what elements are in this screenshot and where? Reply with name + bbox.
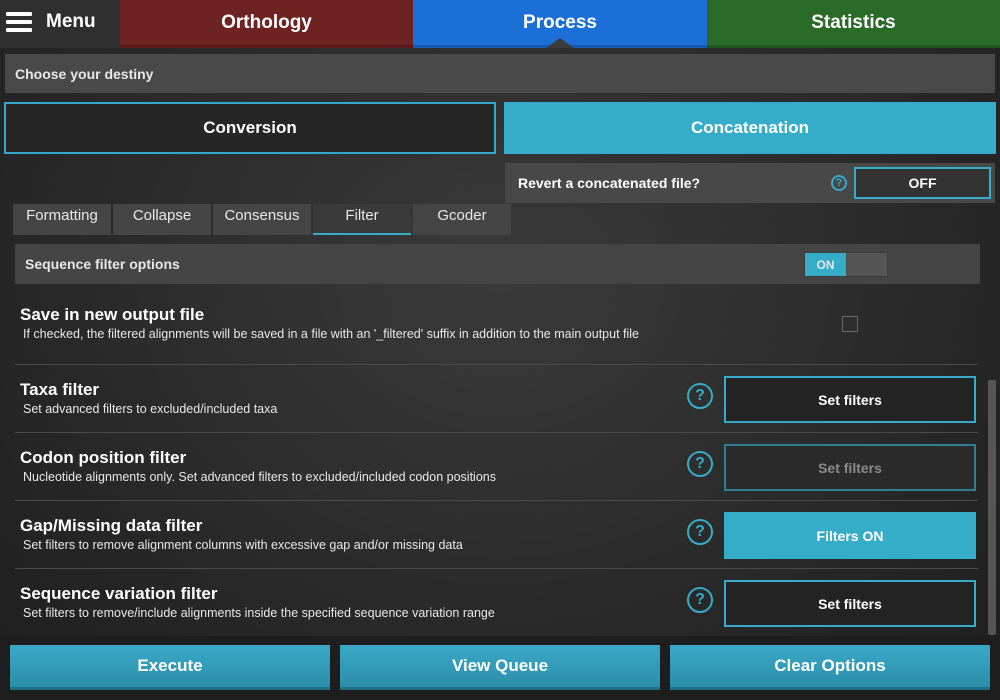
destiny-header: Choose your destiny (5, 54, 995, 93)
subtab-formatting[interactable]: Formatting (13, 204, 111, 235)
variation-filter-desc: Set filters to remove/include alignments… (23, 606, 495, 620)
taxa-filter-help-icon[interactable]: ? (687, 383, 713, 409)
sequence-filter-toggle[interactable]: ON (804, 252, 888, 277)
help-icon[interactable]: ? (831, 175, 847, 191)
gap-filter-desc: Set filters to remove alignment columns … (23, 538, 463, 552)
subtab-consensus[interactable]: Consensus (213, 204, 311, 235)
save-output-desc: If checked, the filtered alignments will… (23, 327, 639, 341)
taxa-filter-title: Taxa filter (20, 380, 100, 399)
clear-options-button[interactable]: Clear Options (670, 645, 990, 690)
bottom-action-bar: Execute View Queue Clear Options (0, 636, 1000, 700)
top-navigation: Menu Orthology Process Statistics (0, 0, 1000, 48)
subtab-filter[interactable]: Filter (313, 204, 411, 235)
variation-filter-row: Sequence variation filter Set filters to… (15, 569, 978, 635)
scrollbar[interactable] (988, 380, 996, 635)
tab-statistics[interactable]: Statistics (707, 0, 1000, 48)
view-queue-button[interactable]: View Queue (340, 645, 660, 690)
hamburger-icon (6, 12, 32, 32)
variation-filter-title: Sequence variation filter (20, 584, 218, 603)
codon-filter-help-icon[interactable]: ? (687, 451, 713, 477)
tab-process[interactable]: Process (413, 0, 707, 48)
tab-orthology[interactable]: Orthology (120, 0, 413, 48)
execute-button[interactable]: Execute (10, 645, 330, 690)
codon-filter-button[interactable]: Set filters (724, 444, 976, 491)
codon-filter-title: Codon position filter (20, 448, 187, 467)
gap-filter-row: Gap/Missing data filter Set filters to r… (15, 501, 978, 569)
variation-filter-button[interactable]: Set filters (724, 580, 976, 627)
revert-toggle-button[interactable]: OFF (854, 167, 991, 199)
taxa-filter-button[interactable]: Set filters (724, 376, 976, 423)
variation-filter-help-icon[interactable]: ? (687, 587, 713, 613)
taxa-filter-row: Taxa filter Set advanced filters to excl… (15, 365, 978, 433)
codon-filter-desc: Nucleotide alignments only. Set advanced… (23, 470, 496, 484)
menu-label: Menu (46, 11, 96, 32)
codon-filter-row: Codon position filter Nucleotide alignme… (15, 433, 978, 501)
concatenation-button[interactable]: Concatenation (504, 102, 996, 154)
gap-filter-title: Gap/Missing data filter (20, 516, 203, 535)
conversion-button[interactable]: Conversion (4, 102, 496, 154)
menu-button[interactable]: Menu (0, 0, 120, 48)
save-output-checkbox[interactable] (842, 316, 858, 332)
toggle-knob (847, 253, 887, 276)
save-output-title: Save in new output file (20, 305, 205, 324)
revert-concatenated-row: Revert a concatenated file? ? OFF (505, 163, 995, 203)
gap-filter-button[interactable]: Filters ON (724, 512, 976, 559)
gap-filter-help-icon[interactable]: ? (687, 519, 713, 545)
revert-label: Revert a concatenated file? (518, 175, 701, 191)
toggle-on-label: ON (805, 253, 846, 276)
subtab-collapse[interactable]: Collapse (113, 204, 211, 235)
taxa-filter-desc: Set advanced filters to excluded/include… (23, 402, 278, 416)
sequence-filter-options-header: Sequence filter options ON (15, 244, 980, 284)
save-output-row: Save in new output file If checked, the … (15, 284, 978, 365)
sequence-filter-label: Sequence filter options (25, 256, 180, 272)
subtab-gcoder[interactable]: Gcoder (413, 204, 511, 235)
